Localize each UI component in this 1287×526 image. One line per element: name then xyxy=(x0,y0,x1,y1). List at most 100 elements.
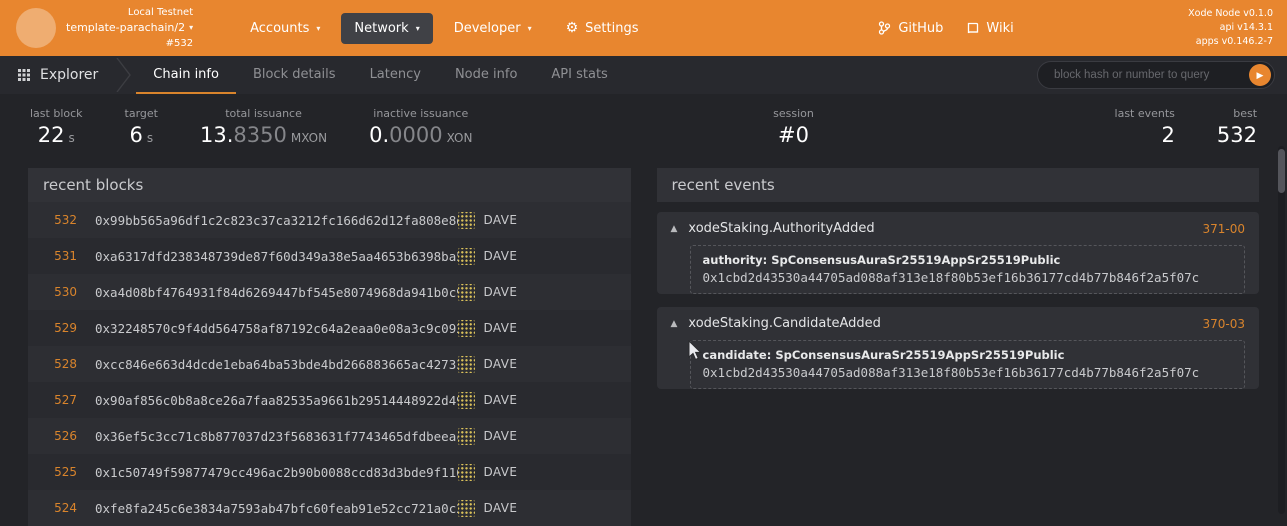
author-identicon xyxy=(458,248,475,265)
event-card: ▲ xodeStaking.CandidateAdded 370-03 cand… xyxy=(657,307,1260,389)
event-detail-label: authority: SpConsensusAuraSr25519AppSr25… xyxy=(703,253,1233,267)
author-identicon xyxy=(458,428,475,445)
block-hash: 0x36ef5c3cc71c8b877037d23f5683631f774346… xyxy=(95,429,458,444)
top-bar: Local Testnet template-parachain/2 ▾ #53… xyxy=(0,0,1287,56)
chain-selector[interactable]: Local Testnet template-parachain/2 ▾ #53… xyxy=(66,5,193,52)
author-identicon xyxy=(458,356,475,373)
tabs: Chain info Block details Latency Node in… xyxy=(136,56,625,94)
chain-name: template-parachain/2 xyxy=(66,20,185,37)
block-hash: 0xfe8fa245c6e3834a7593ab47bfc60feab91e52… xyxy=(95,501,458,516)
block-number-link[interactable]: 524 xyxy=(43,501,77,515)
tab-chain-info[interactable]: Chain info xyxy=(136,56,236,94)
event-index-link[interactable]: 371-00 xyxy=(1202,222,1245,236)
event-header: ▲ xodeStaking.CandidateAdded 370-03 xyxy=(657,307,1260,340)
block-hash: 0xa4d08bf4764931f84d6269447bf545e8074968… xyxy=(95,285,458,300)
author-identicon xyxy=(458,320,475,337)
chevron-down-icon: ▾ xyxy=(416,24,420,33)
block-number-link[interactable]: 529 xyxy=(43,321,77,335)
recent-blocks-list: 532 0x99bb565a96df1c2c823c37ca3212fc166d… xyxy=(28,202,631,526)
author-identicon xyxy=(458,284,475,301)
event-name: xodeStaking.CandidateAdded xyxy=(688,316,880,331)
block-author: DAVE xyxy=(458,464,616,481)
scrollbar-thumb[interactable] xyxy=(1278,149,1285,193)
author-name: DAVE xyxy=(484,465,518,479)
node-version: Xode Node v0.1.0 xyxy=(1188,7,1273,21)
author-name: DAVE xyxy=(484,501,518,515)
block-number-link[interactable]: 525 xyxy=(43,465,77,479)
network-name: Local Testnet xyxy=(66,5,193,20)
tab-latency[interactable]: Latency xyxy=(353,56,438,94)
block-number-link[interactable]: 528 xyxy=(43,357,77,371)
recent-events-panel: recent events ▲ xodeStaking.AuthorityAdd… xyxy=(657,168,1260,402)
external-links: GitHub Wiki xyxy=(878,21,1013,36)
nav-accounts[interactable]: Accounts ▾ xyxy=(237,13,333,44)
main-nav: Accounts ▾ Network ▾ Developer ▾ ⚙ Setti… xyxy=(237,13,651,44)
gear-icon: ⚙ xyxy=(566,21,579,35)
recent-blocks-title: recent blocks xyxy=(28,168,631,202)
block-number-link[interactable]: 526 xyxy=(43,429,77,443)
block-author: DAVE xyxy=(458,356,616,373)
event-index-link[interactable]: 370-03 xyxy=(1202,317,1245,331)
block-hash: 0xcc846e663d4dcde1eba64ba53bde4bd2668836… xyxy=(95,357,458,372)
block-row: 524 0xfe8fa245c6e3834a7593ab47bfc60feab9… xyxy=(28,490,631,526)
block-hash: 0x1c50749f59877479cc496ac2b90b0088ccd83d… xyxy=(95,465,458,480)
block-row: 531 0xa6317dfd238348739de87f60d349a38e5a… xyxy=(28,238,631,274)
author-identicon xyxy=(458,464,475,481)
explorer-section[interactable]: Explorer xyxy=(0,56,116,94)
github-link[interactable]: GitHub xyxy=(878,21,943,36)
tab-api-stats[interactable]: API stats xyxy=(534,56,624,94)
tab-node-info[interactable]: Node info xyxy=(438,56,534,94)
block-author: DAVE xyxy=(458,500,616,517)
block-hash: 0x90af856c0b8a8ce26a7faa82535a9661b29514… xyxy=(95,393,458,408)
block-row: 529 0x32248570c9f4dd564758af87192c64a2ea… xyxy=(28,310,631,346)
block-hash: 0x99bb565a96df1c2c823c37ca3212fc166d62d1… xyxy=(95,213,458,228)
stat-best: best 532 xyxy=(1217,107,1257,147)
block-author: DAVE xyxy=(458,284,616,301)
chain-stats: last block 22s target 6s total issuance … xyxy=(0,94,1287,162)
block-hash: 0x32248570c9f4dd564758af87192c64a2eaa0e0… xyxy=(95,321,458,336)
block-author: DAVE xyxy=(458,320,616,337)
wiki-link[interactable]: Wiki xyxy=(967,21,1013,36)
collapse-arrow-icon[interactable]: ▲ xyxy=(671,224,678,234)
stat-session: session #0 xyxy=(773,107,814,147)
event-detail: authority: SpConsensusAuraSr25519AppSr25… xyxy=(690,245,1246,294)
block-search-input[interactable] xyxy=(1052,68,1249,82)
author-name: DAVE xyxy=(484,429,518,443)
chevron-down-icon: ▾ xyxy=(528,24,532,33)
nav-developer[interactable]: Developer ▾ xyxy=(441,13,545,44)
nav-network[interactable]: Network ▾ xyxy=(341,13,432,44)
tab-block-details[interactable]: Block details xyxy=(236,56,353,94)
author-name: DAVE xyxy=(484,249,518,263)
chain-logo[interactable] xyxy=(16,8,56,48)
collapse-arrow-icon[interactable]: ▲ xyxy=(671,319,678,329)
breadcrumb-chevron xyxy=(116,56,132,94)
stat-last-block: last block 22s xyxy=(30,107,83,147)
search-submit-button[interactable]: ▶ xyxy=(1249,64,1271,86)
block-number-link[interactable]: 531 xyxy=(43,249,77,263)
best-block-number: #532 xyxy=(66,36,193,51)
tab-bar: Explorer Chain info Block details Latenc… xyxy=(0,56,1287,94)
block-row: 525 0x1c50749f59877479cc496ac2b90b0088cc… xyxy=(28,454,631,490)
event-detail-value: 0x1cbd2d43530a44705ad088af313e18f80b53ef… xyxy=(703,270,1233,285)
event-detail: candidate: SpConsensusAuraSr25519AppSr25… xyxy=(690,340,1246,389)
block-number-link[interactable]: 532 xyxy=(43,213,77,227)
recent-blocks-panel: recent blocks 532 0x99bb565a96df1c2c823c… xyxy=(28,168,631,526)
block-author: DAVE xyxy=(458,392,616,409)
block-number-link[interactable]: 530 xyxy=(43,285,77,299)
main-content: recent blocks 532 0x99bb565a96df1c2c823c… xyxy=(0,162,1287,526)
section-title: Explorer xyxy=(40,67,98,83)
block-number-link[interactable]: 527 xyxy=(43,393,77,407)
block-hash: 0xa6317dfd238348739de87f60d349a38e5aa465… xyxy=(95,249,458,264)
block-author: DAVE xyxy=(458,248,616,265)
block-row: 528 0xcc846e663d4dcde1eba64ba53bde4bd266… xyxy=(28,346,631,382)
author-name: DAVE xyxy=(484,285,518,299)
event-header: ▲ xodeStaking.AuthorityAdded 371-00 xyxy=(657,212,1260,245)
wiki-icon xyxy=(967,22,979,35)
recent-events-title: recent events xyxy=(657,168,1260,202)
api-version: api v14.3.1 xyxy=(1188,21,1273,35)
author-name: DAVE xyxy=(484,357,518,371)
block-author: DAVE xyxy=(458,428,616,445)
block-search: ▶ xyxy=(1037,61,1275,89)
nav-settings[interactable]: ⚙ Settings xyxy=(553,13,652,44)
author-name: DAVE xyxy=(484,213,518,227)
